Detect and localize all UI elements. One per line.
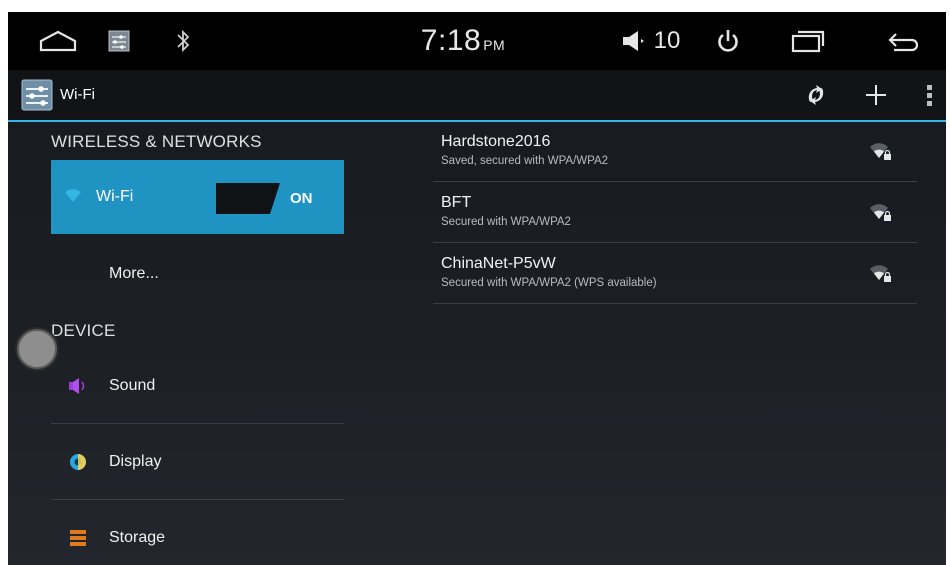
divider — [433, 181, 917, 182]
volume-icon — [622, 31, 644, 51]
sidebar-item-label: Display — [109, 453, 162, 470]
recents-icon[interactable] — [786, 12, 830, 70]
home-icon[interactable] — [36, 12, 80, 70]
add-network-icon[interactable] — [858, 70, 894, 120]
network-name: BFT — [441, 194, 472, 211]
wifi-signal-lock-icon — [870, 265, 891, 282]
overflow-menu-icon[interactable] — [920, 70, 940, 120]
list-item[interactable]: BFT Secured with WPA/WPA2 — [433, 183, 917, 243]
volume-level: 10 — [653, 27, 681, 54]
sidebar-item-label: Storage — [109, 529, 166, 546]
wps-icon[interactable] — [798, 70, 834, 120]
network-status: Secured with WPA/WPA2 — [441, 216, 571, 228]
sidebar-item-label: Wi-Fi — [96, 188, 134, 205]
volume-indicator[interactable]: 10 — [616, 12, 686, 70]
list-item[interactable]: ChinaNet-P5vW Secured with WPA/WPA2 (WPS… — [433, 244, 917, 304]
storage-icon — [66, 526, 90, 550]
page-title: Wi-Fi — [60, 86, 95, 103]
list-item[interactable]: Hardstone2016 Saved, secured with WPA/WP… — [433, 122, 917, 182]
wifi-icon — [65, 189, 81, 208]
sidebar-item-more[interactable]: More... — [51, 236, 344, 311]
wifi-toggle-state: ON — [290, 190, 313, 207]
sidebar-item-storage[interactable]: Storage — [51, 500, 344, 565]
sidebar-item-sound[interactable]: Sound — [51, 348, 344, 423]
settings-app-icon[interactable] — [20, 70, 54, 120]
wireless-header: WIRELESS & NETWORKS — [51, 132, 262, 151]
wifi-signal-lock-icon — [870, 204, 891, 221]
clock: 7:18 PM — [413, 12, 513, 70]
action-bar: Wi-Fi — [8, 70, 946, 122]
divider — [433, 303, 917, 304]
sidebar-item-label: More... — [109, 265, 159, 282]
bluetooth-icon — [171, 12, 195, 70]
back-icon[interactable] — [882, 12, 926, 70]
network-name: ChinaNet-P5vW — [441, 255, 556, 272]
network-status: Secured with WPA/WPA2 (WPS available) — [441, 277, 657, 289]
network-name: Hardstone2016 — [441, 133, 551, 150]
screen-frame: 7:18 PM 10 Wi-Fi WIRELESS & NETWORKS Wi-… — [8, 12, 946, 565]
wifi-signal-lock-icon — [870, 143, 891, 160]
sound-icon — [66, 374, 90, 398]
sidebar-item-display[interactable]: Display — [51, 424, 344, 499]
clock-ampm: PM — [483, 37, 506, 53]
wifi-toggle[interactable]: ON — [216, 183, 330, 214]
divider — [433, 242, 917, 243]
sidebar-item-wifi[interactable]: Wi-Fi ON — [51, 160, 344, 234]
status-bar: 7:18 PM 10 — [8, 12, 946, 70]
assistive-touch-button[interactable] — [17, 329, 57, 369]
display-icon — [66, 450, 90, 474]
clock-time: 7:18 — [420, 24, 482, 57]
settings-app-icon[interactable] — [106, 12, 132, 70]
device-header: DEVICE — [51, 321, 116, 340]
sidebar-item-label: Sound — [109, 377, 156, 394]
power-icon[interactable] — [713, 12, 743, 70]
network-status: Saved, secured with WPA/WPA2 — [441, 155, 609, 167]
